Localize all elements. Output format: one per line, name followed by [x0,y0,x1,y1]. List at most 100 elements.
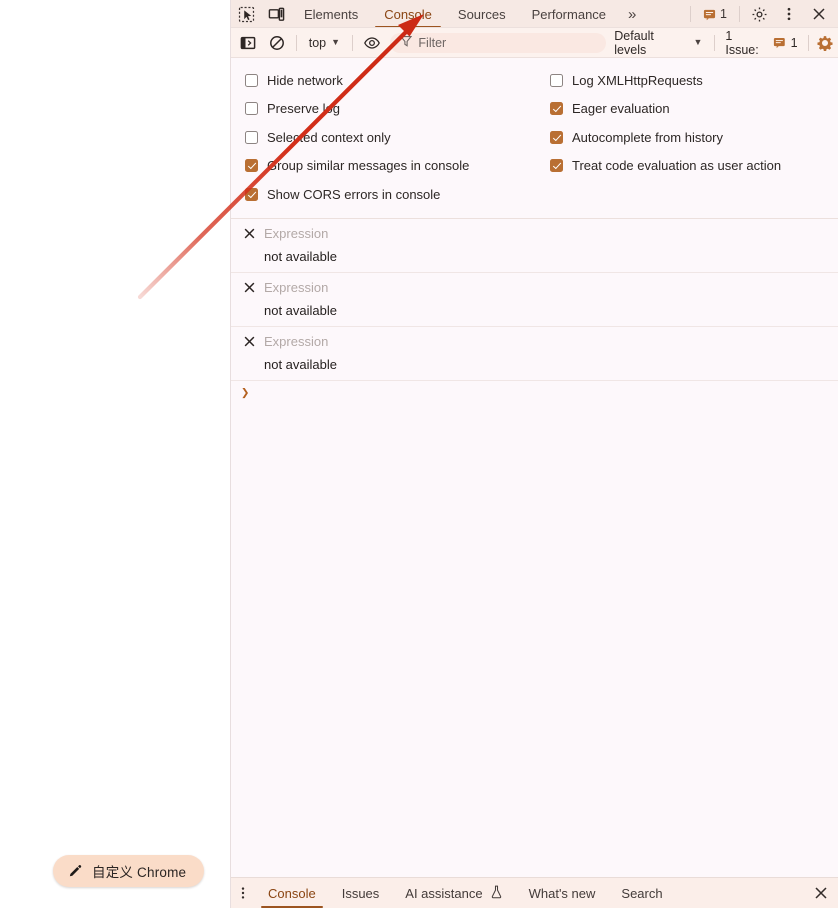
inspect-element-icon[interactable] [231,0,261,28]
tab-performance-label: Performance [531,6,607,22]
checkbox-box [245,159,258,173]
settings-pane-empty-cell [536,180,838,209]
checkbox-box [245,73,258,87]
tabbar-right-actions: 1 [686,0,838,28]
checkbox-box [245,187,258,201]
drawer-tab-console[interactable]: Console [255,878,329,908]
filter-icon [400,34,413,52]
customize-chrome-label: 自定义 Chrome [92,865,187,880]
prompt-caret-icon: ❯ [241,385,250,402]
tab-sources[interactable]: Sources [445,0,519,28]
devtools-drawer-tabbar: Console Issues AI assistance What's new … [231,877,838,908]
live-expression-header: Expression [231,333,838,351]
chevron-down-icon: ▼ [693,37,703,47]
drawer-spacer [676,878,804,908]
live-expression-placeholder: Expression [264,226,329,241]
flask-icon [490,885,503,902]
live-expression-placeholder: Expression [264,280,329,295]
issues-counter-value: 1 [790,35,798,50]
eye-icon[interactable] [357,34,386,52]
live-expression-value: not available [264,302,337,318]
close-icon[interactable] [804,878,838,908]
checkbox-box [245,130,258,144]
drawer-tab-search[interactable]: Search [608,878,675,908]
kebab-menu-icon[interactable] [231,878,255,908]
live-expression-row[interactable]: Expression not available [231,219,838,273]
devtools-tabbar: Elements Console Sources Performance » 1 [231,0,838,28]
drawer-tab-whats-new-label: What's new [528,885,596,901]
checkbox-treat-code-evaluation-as-user-action[interactable]: Treat code evaluation as user action [536,152,838,181]
checkbox-label: Treat code evaluation as user action [572,158,782,174]
close-icon[interactable] [243,281,256,294]
gear-icon[interactable] [744,6,774,23]
issues-badge-button[interactable]: 1 [695,0,735,28]
more-tabs-icon: » [628,5,637,23]
drawer-tab-issues-label: Issues [341,885,380,901]
more-tabs-button[interactable]: » [619,0,645,28]
checkbox-label: Show CORS errors in console [267,186,441,202]
checkbox-box [550,73,563,87]
live-expression-header: Expression [231,279,838,297]
live-expression-placeholder: Expression [264,334,329,349]
checkbox-label: Selected context only [267,129,391,145]
checkbox-selected-context-only[interactable]: Selected context only [231,123,536,152]
tab-performance[interactable]: Performance [519,0,619,28]
checkbox-label: Eager evaluation [572,101,670,117]
filter-placeholder: Filter [418,35,447,50]
close-icon[interactable] [804,6,834,22]
divider [807,34,809,51]
tab-elements[interactable]: Elements [291,0,371,28]
customize-chrome-button[interactable]: 自定义 Chrome [53,855,205,887]
tab-elements-label: Elements [304,6,359,22]
issues-counter[interactable]: 1 Issue: 1 [719,29,803,57]
checkbox-box [550,159,563,173]
checkbox-box [550,130,563,144]
checkbox-eager-evaluation[interactable]: Eager evaluation [536,95,838,124]
filter-input[interactable]: Filter [390,32,607,53]
console-filter-toolbar: top ▼ Filter Default levels ▼ 1 Issue: 1 [231,28,838,58]
web-page-content: 自定义 Chrome [0,0,230,908]
console-empty-area [231,410,838,878]
execution-context-label: top [308,35,327,50]
checkbox-show-cors-errors[interactable]: Show CORS errors in console [231,180,536,209]
checkbox-hide-network[interactable]: Hide network [231,66,536,95]
checkbox-box [550,102,563,116]
tab-sources-label: Sources [457,6,506,22]
checkbox-group-similar-messages[interactable]: Group similar messages in console [231,152,536,181]
log-levels-selector[interactable]: Default levels ▼ [606,29,710,57]
live-expression-header: Expression [231,225,838,243]
kebab-menu-icon[interactable] [774,6,804,22]
tab-console[interactable]: Console [371,0,445,28]
checkbox-box [245,102,258,116]
show-console-sidebar-icon[interactable] [233,35,262,51]
device-toolbar-icon[interactable] [261,0,291,28]
checkbox-label: Log XMLHttpRequests [572,72,703,88]
divider [739,6,740,22]
live-expression-row[interactable]: Expression not available [231,273,838,327]
checkbox-autocomplete-from-history[interactable]: Autocomplete from history [536,123,838,152]
issues-badge-count: 1 [720,7,727,21]
checkbox-preserve-log[interactable]: Preserve log [231,95,536,124]
tabbar-spacer [645,0,686,28]
checkbox-label: Autocomplete from history [572,129,724,145]
issue-message-icon [773,37,785,49]
execution-context-selector[interactable]: top ▼ [301,33,348,53]
clear-console-icon[interactable] [262,35,291,51]
drawer-tab-whats-new[interactable]: What's new [516,878,609,908]
settings-gear-icon[interactable] [813,35,838,51]
console-prompt[interactable]: ❯ [231,381,838,410]
divider [690,6,692,22]
issues-counter-label: 1 Issue: [725,28,759,57]
tab-console-label: Console [384,6,432,22]
checkbox-label: Preserve log [267,101,340,117]
divider [714,34,716,51]
drawer-tab-ai-assistance[interactable]: AI assistance [392,878,515,908]
issue-message-icon [703,9,716,20]
drawer-tab-issues[interactable]: Issues [329,878,393,908]
live-expression-row[interactable]: Expression not available [231,327,838,381]
drawer-tab-search-label: Search [621,885,663,901]
checkbox-log-xmlhttprequests[interactable]: Log XMLHttpRequests [536,66,838,95]
drawer-tab-ai-assistance-label: AI assistance [405,885,483,901]
close-icon[interactable] [243,335,256,348]
close-icon[interactable] [243,227,256,240]
